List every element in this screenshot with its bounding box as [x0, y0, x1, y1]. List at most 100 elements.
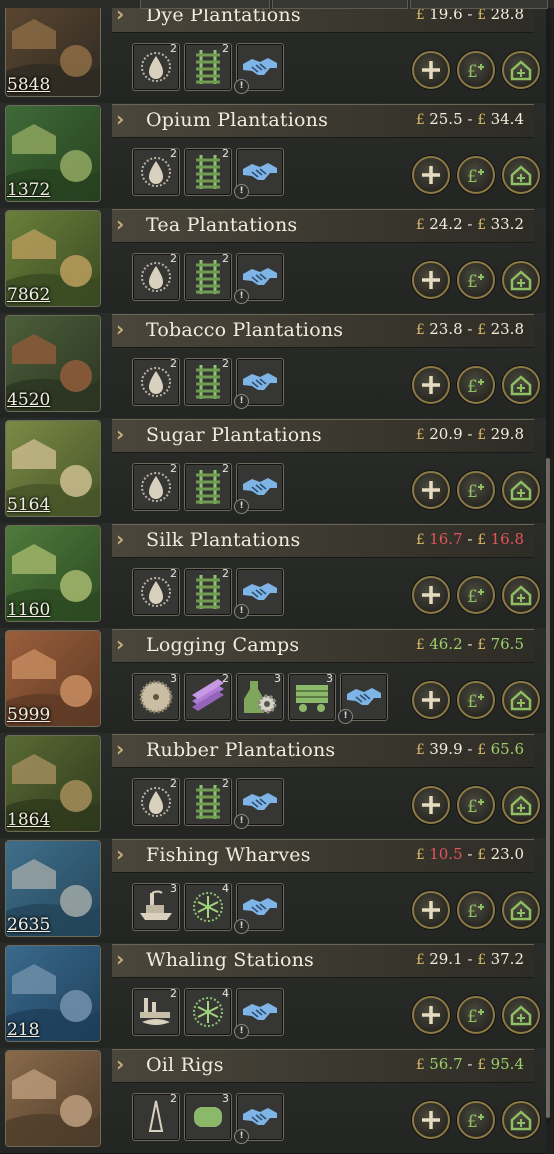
ownership-button[interactable] [502, 471, 540, 509]
chevron-right-icon[interactable]: › [116, 317, 124, 341]
tab-strip-tab[interactable] [410, 0, 548, 9]
subsidize-button[interactable]: £ [457, 576, 495, 614]
building-level-count[interactable]: 1372 [7, 180, 50, 200]
tab-strip-tab[interactable] [272, 0, 408, 9]
ownership-button[interactable] [502, 261, 540, 299]
add-level-button[interactable] [412, 576, 450, 614]
building-level-count[interactable]: 5999 [7, 705, 50, 725]
building-row[interactable]: 4520 › Tobacco Plantations £ 23.8 - £ 23.8 2… [0, 313, 546, 419]
building-row[interactable]: 5999 › Logging Camps £ 46.2 - £ 76.5 3 2 3 3! £ [0, 628, 546, 734]
add-level-button[interactable] [412, 1101, 450, 1139]
rails-method-button[interactable]: 2 [184, 462, 232, 511]
drop-saw-method-button[interactable]: 2 [132, 42, 180, 91]
building-header[interactable]: › Opium Plantations £ 25.5 - £ 34.4 [112, 104, 534, 138]
add-level-button[interactable] [412, 261, 450, 299]
subsidize-button[interactable]: £ [457, 366, 495, 404]
building-header[interactable]: › Tea Plantations £ 24.2 - £ 33.2 [112, 209, 534, 243]
add-level-button[interactable] [412, 996, 450, 1034]
building-level-count[interactable]: 1864 [7, 810, 50, 830]
warning-icon[interactable]: ! [234, 1024, 249, 1039]
warning-icon[interactable]: ! [234, 604, 249, 619]
building-row[interactable]: 218 › Whaling Stations £ 29.1 - £ 37.2 2 4! £ [0, 943, 546, 1049]
building-thumbnail[interactable]: 5848 [5, 0, 101, 97]
whaling-factory-method-button[interactable]: 2 [132, 987, 180, 1036]
building-header[interactable]: › Tobacco Plantations £ 23.8 - £ 23.8 [112, 314, 534, 348]
add-level-button[interactable] [412, 156, 450, 194]
building-header[interactable]: › Logging Camps £ 46.2 - £ 76.5 [112, 629, 534, 663]
subsidize-button[interactable]: £ [457, 51, 495, 89]
tank-method-button[interactable]: 3 [184, 1092, 232, 1141]
subsidize-button[interactable]: £ [457, 156, 495, 194]
warning-icon[interactable]: ! [234, 919, 249, 934]
building-header[interactable]: › Rubber Plantations £ 39.9 - £ 65.6 [112, 734, 534, 768]
chevron-right-icon[interactable]: › [116, 527, 124, 551]
rails-method-button[interactable]: 2 [184, 777, 232, 826]
subsidize-button[interactable]: £ [457, 891, 495, 929]
building-row[interactable]: 5848 › Dye Plantations £ 19.6 - £ 28.8 2 2! £ [0, 0, 546, 104]
add-level-button[interactable] [412, 891, 450, 929]
building-thumbnail[interactable]: 4520 [5, 315, 101, 412]
building-thumbnail[interactable]: 218 [5, 945, 101, 1042]
chevron-right-icon[interactable]: › [116, 422, 124, 446]
add-level-button[interactable] [412, 366, 450, 404]
ownership-button[interactable] [502, 681, 540, 719]
ownership-button[interactable] [502, 366, 540, 404]
building-level-count[interactable]: 5164 [7, 495, 50, 515]
building-thumbnail[interactable]: 5999 [5, 630, 101, 727]
building-thumbnail[interactable] [5, 1050, 101, 1147]
refrigeration-method-button[interactable]: 4 [184, 882, 232, 931]
building-header[interactable]: › Oil Rigs £ 56.7 - £ 95.4 [112, 1049, 534, 1083]
drop-saw-method-button[interactable]: 2 [132, 567, 180, 616]
warning-icon[interactable]: ! [234, 1129, 249, 1144]
building-header[interactable]: › Sugar Plantations £ 20.9 - £ 29.8 [112, 419, 534, 453]
rails-method-button[interactable]: 2 [184, 567, 232, 616]
building-level-count[interactable]: 7862 [7, 285, 50, 305]
ownership-button[interactable] [502, 1101, 540, 1139]
building-row[interactable]: › Oil Rigs £ 56.7 - £ 95.4 2 3! £ [0, 1048, 546, 1154]
building-thumbnail[interactable]: 2635 [5, 840, 101, 937]
rails-method-button[interactable]: 2 [184, 252, 232, 301]
subsidize-button[interactable]: £ [457, 786, 495, 824]
add-level-button[interactable] [412, 681, 450, 719]
chevron-right-icon[interactable]: › [116, 737, 124, 761]
chevron-right-icon[interactable]: › [116, 107, 124, 131]
drill-method-button[interactable]: 2 [132, 1092, 180, 1141]
warning-icon[interactable]: ! [234, 394, 249, 409]
steamboat-method-button[interactable]: 3 [132, 882, 180, 931]
ownership-button[interactable] [502, 891, 540, 929]
drop-saw-method-button[interactable]: 2 [132, 357, 180, 406]
building-row[interactable]: 5164 › Sugar Plantations £ 20.9 - £ 29.8 2 2!… [0, 418, 546, 524]
chevron-right-icon[interactable]: › [116, 1052, 124, 1076]
building-thumbnail[interactable]: 1864 [5, 735, 101, 832]
subsidize-button[interactable]: £ [457, 261, 495, 299]
add-level-button[interactable] [412, 51, 450, 89]
building-header[interactable]: › Fishing Wharves £ 10.5 - £ 23.0 [112, 839, 534, 873]
building-header[interactable]: › Silk Plantations £ 16.7 - £ 16.8 [112, 524, 534, 558]
ownership-button[interactable] [502, 156, 540, 194]
subsidize-button[interactable]: £ [457, 681, 495, 719]
building-thumbnail[interactable]: 1160 [5, 525, 101, 622]
building-header[interactable]: › Whaling Stations £ 29.1 - £ 37.2 [112, 944, 534, 978]
building-level-count[interactable]: 5848 [7, 75, 50, 95]
refrigeration-method-button[interactable]: 4 [184, 987, 232, 1036]
rails-method-button[interactable]: 2 [184, 42, 232, 91]
building-level-count[interactable]: 2635 [7, 915, 50, 935]
rails-method-button[interactable]: 2 [184, 357, 232, 406]
add-level-button[interactable] [412, 471, 450, 509]
add-level-button[interactable] [412, 786, 450, 824]
building-row[interactable]: 1160 › Silk Plantations £ 16.7 - £ 16.8 2 2! £ [0, 523, 546, 629]
scrollbar-thumb[interactable] [546, 458, 550, 1118]
ownership-button[interactable] [502, 786, 540, 824]
building-thumbnail[interactable]: 5164 [5, 420, 101, 517]
subsidize-button[interactable]: £ [457, 1101, 495, 1139]
warning-icon[interactable]: ! [234, 814, 249, 829]
subsidize-button[interactable]: £ [457, 996, 495, 1034]
ownership-button[interactable] [502, 51, 540, 89]
warning-icon[interactable]: ! [234, 184, 249, 199]
rails-method-button[interactable]: 2 [184, 147, 232, 196]
building-thumbnail[interactable]: 7862 [5, 210, 101, 307]
drop-saw-method-button[interactable]: 2 [132, 462, 180, 511]
tab-strip-tab[interactable] [140, 0, 270, 9]
ownership-button[interactable] [502, 576, 540, 614]
building-row[interactable]: 2635 › Fishing Wharves £ 10.5 - £ 23.0 3 4! £ [0, 838, 546, 944]
